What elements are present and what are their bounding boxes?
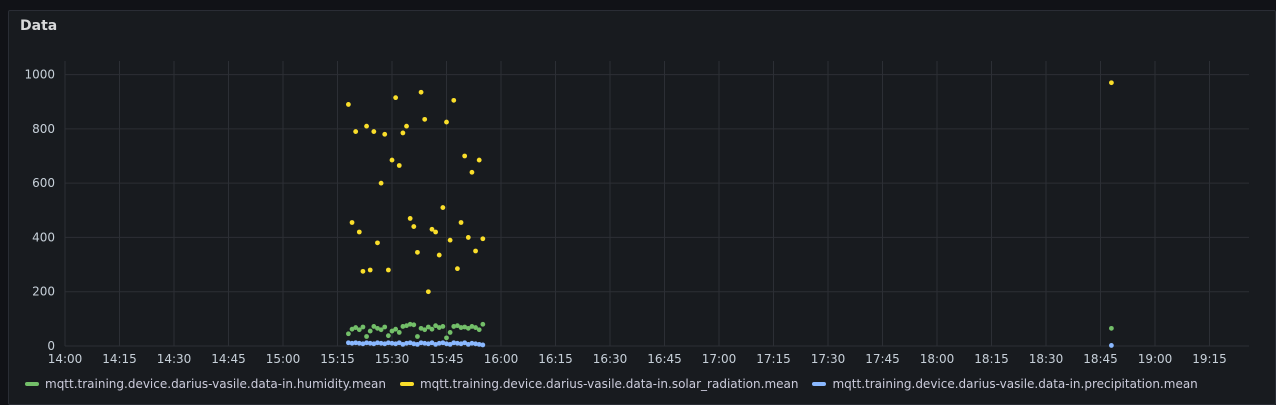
legend-label: mqtt.training.device.darius-vasile.data-… — [832, 377, 1198, 391]
data-point-series-1 — [418, 89, 424, 95]
x-tick-label: 15:15 — [320, 352, 355, 366]
data-point-series-1 — [389, 157, 395, 163]
legend-item[interactable]: mqtt.training.device.darius-vasile.data-… — [399, 377, 799, 391]
x-tick-label: 14:45 — [211, 352, 246, 366]
data-point-series-1 — [415, 249, 420, 255]
data-point-series-0 — [411, 322, 417, 328]
data-point-series-1 — [349, 220, 355, 225]
data-point-series-1 — [465, 235, 471, 240]
data-point-series-0 — [385, 333, 391, 339]
data-point-series-0 — [393, 326, 399, 332]
data-point-series-1 — [360, 268, 366, 274]
legend-item[interactable]: mqtt.training.device.darius-vasile.data-… — [25, 377, 386, 391]
data-point-series-1 — [375, 240, 380, 246]
data-point-series-1 — [378, 180, 384, 186]
data-point-series-1 — [458, 220, 464, 225]
x-tick-label: 14:15 — [102, 352, 137, 366]
data-point-series-1 — [480, 236, 486, 242]
x-tick-label: 15:45 — [429, 352, 464, 366]
data-point-series-1 — [436, 252, 442, 258]
x-tick-label: 16:30 — [593, 352, 628, 366]
x-tick-label: 15:30 — [375, 352, 410, 366]
x-tick-label: 16:00 — [484, 352, 519, 366]
x-tick-label: 17:30 — [811, 352, 846, 366]
data-point-series-0 — [346, 331, 351, 337]
data-point-series-0 — [382, 324, 388, 330]
legend-swatch — [25, 382, 39, 386]
data-point-series-1 — [440, 205, 446, 210]
data-point-series-1 — [433, 229, 438, 235]
data-point-series-1 — [385, 267, 391, 273]
data-point-series-1 — [455, 266, 460, 272]
y-tick-label: 600 — [32, 176, 55, 190]
data-point-series-1 — [451, 97, 457, 103]
data-point-series-2 — [1109, 343, 1114, 348]
data-point-series-0 — [415, 334, 420, 339]
data-point-series-1 — [396, 163, 402, 168]
data-point-series-1 — [346, 102, 351, 107]
x-tick-label: 18:30 — [1029, 352, 1064, 366]
data-point-series-1 — [411, 224, 417, 229]
data-point-series-0 — [367, 328, 373, 334]
legend-swatch — [812, 382, 827, 386]
x-tick-label: 17:00 — [702, 352, 737, 366]
data-point-series-0 — [444, 335, 449, 341]
data-point-series-0 — [396, 330, 402, 335]
x-tick-label: 19:00 — [1138, 352, 1173, 366]
data-point-series-1 — [353, 129, 359, 134]
data-point-series-1 — [469, 169, 475, 175]
data-point-series-1 — [400, 130, 406, 136]
x-tick-label: 18:45 — [1083, 352, 1118, 366]
y-tick-label: 1000 — [24, 68, 55, 82]
data-point-series-1 — [444, 119, 449, 125]
x-tick-label: 18:15 — [974, 352, 1009, 366]
data-point-series-1 — [364, 123, 369, 129]
data-point-series-1 — [447, 237, 453, 243]
x-tick-label: 17:15 — [756, 352, 791, 366]
data-point-series-1 — [404, 123, 409, 129]
data-point-series-0 — [440, 324, 446, 329]
data-point-series-0 — [447, 330, 453, 335]
data-point-series-2 — [480, 342, 486, 348]
data-point-series-0 — [364, 334, 369, 339]
data-point-series-1 — [462, 153, 468, 159]
data-point-series-1 — [422, 116, 428, 122]
y-tick-label: 0 — [47, 339, 55, 353]
chart-panel: Data 0 200 400 600 800 1000 14:00 14:15 14:30 14:… — [8, 10, 1276, 405]
data-point-series-1 — [371, 129, 377, 134]
data-point-series-0 — [480, 321, 486, 327]
data-point-series-0 — [1109, 325, 1114, 331]
x-tick-label: 14:00 — [48, 352, 83, 366]
data-point-series-1 — [393, 95, 399, 101]
x-tick-label: 17:45 — [865, 352, 900, 366]
legend-item[interactable]: mqtt.training.device.darius-vasile.data-… — [812, 377, 1198, 391]
x-tick-label: 16:15 — [538, 352, 573, 366]
data-point-series-1 — [407, 216, 413, 221]
scatter-plot[interactable]: 0 200 400 600 800 1000 14:00 14:15 14:30 14:45 15:… — [9, 11, 1275, 404]
legend-label: mqtt.training.device.darius-vasile.data-… — [45, 377, 386, 391]
legend-label: mqtt.training.device.darius-vasile.data-… — [419, 377, 799, 391]
legend-swatch — [399, 382, 414, 386]
data-point-series-1 — [1109, 80, 1114, 86]
x-tick-label: 19:15 — [1192, 352, 1227, 366]
y-tick-label: 400 — [32, 230, 55, 244]
x-tick-label: 16:45 — [647, 352, 682, 366]
data-point-series-1 — [473, 248, 478, 254]
y-tick-label: 800 — [32, 122, 55, 136]
data-point-series-1 — [382, 131, 388, 137]
data-point-series-0 — [476, 327, 482, 333]
x-tick-label: 14:30 — [157, 352, 192, 366]
x-tick-label: 18:00 — [920, 352, 955, 366]
legend: mqtt.training.device.darius-vasile.data-… — [25, 377, 1198, 391]
data-point-series-0 — [429, 326, 435, 332]
data-point-series-1 — [367, 267, 373, 273]
y-tick-label: 200 — [32, 285, 55, 299]
data-point-series-1 — [356, 229, 362, 235]
data-point-series-0 — [360, 324, 366, 330]
data-point-series-1 — [476, 157, 482, 163]
data-point-series-1 — [425, 289, 431, 295]
x-tick-label: 15:00 — [266, 352, 301, 366]
